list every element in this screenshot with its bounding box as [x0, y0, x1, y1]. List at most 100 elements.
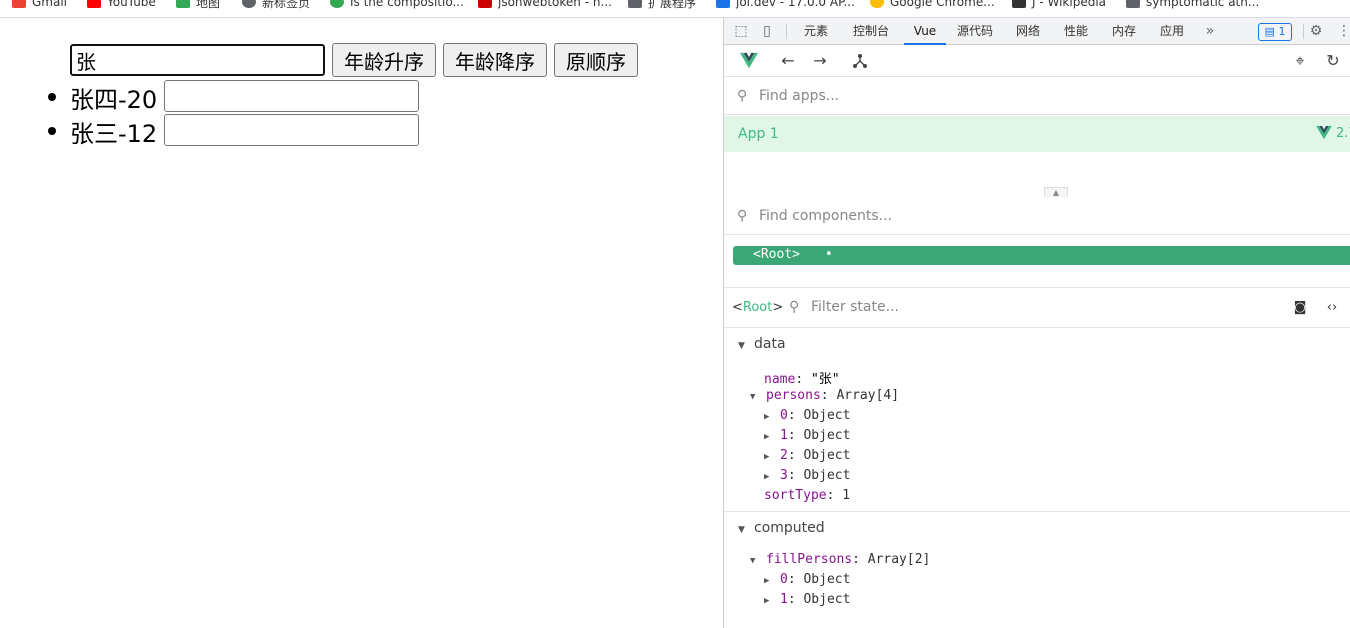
devtools-tab-bar: ⬚ ▯ 元素 控制台 Vue 源代码 网络 性能 内存 应用 » ▤ 1 ⚙ ⋮ — [724, 18, 1350, 45]
vue-logo-icon[interactable] — [740, 52, 758, 70]
bookmark-composition[interactable]: Is the compositio... — [330, 0, 464, 11]
state-array-item[interactable]: ▶ 2: Object — [764, 448, 850, 463]
data-section-header[interactable]: ▼ data — [738, 336, 786, 352]
component-tree: <Root> • — [724, 236, 1350, 288]
divider — [1303, 24, 1304, 39]
state-filter-bar: <Root> ⚲ Filter state... ◙ ‹› — [724, 288, 1350, 328]
vue-logo-icon — [1316, 126, 1332, 140]
app-page: 年龄升序 年龄降序 原顺序 张四-20 张三-12 — [0, 18, 723, 628]
tab-network[interactable]: 网络 — [1008, 18, 1048, 45]
person-input[interactable] — [164, 80, 419, 112]
chrome-icon — [870, 0, 884, 8]
divider — [724, 511, 1350, 512]
tab-memory[interactable]: 内存 — [1104, 18, 1144, 45]
divider — [786, 24, 787, 39]
tab-performance[interactable]: 性能 — [1056, 18, 1096, 45]
collapse-handle-icon[interactable]: ▲ — [1044, 187, 1068, 197]
computed-section-header[interactable]: ▼ computed — [738, 520, 825, 536]
forward-arrow-icon[interactable]: → — [811, 52, 829, 70]
person-label: 张三-12 — [70, 119, 158, 148]
bookmark-maps[interactable]: 地图 — [176, 0, 220, 11]
person-input[interactable] — [164, 114, 419, 146]
refresh-icon[interactable]: ↻ — [1324, 52, 1342, 70]
vue-toolbar: ← → ⌖ ↻ — [724, 45, 1350, 77]
youtube-icon — [87, 0, 101, 8]
state-array-item[interactable]: ▶ 0: Object — [764, 408, 850, 423]
bookmarks-bar: Gmail YouTube 地图 新标签页 Is the compositio.… — [0, 0, 1350, 18]
target-icon[interactable]: ⌖ — [1291, 52, 1309, 70]
bookmark-symptomatic[interactable]: symptomatic ath... — [1126, 0, 1259, 11]
caret-down-icon: ▼ — [750, 556, 756, 566]
app-row[interactable]: App 1 2.7 — [724, 116, 1350, 152]
bookmark-gmail[interactable]: Gmail — [12, 0, 67, 11]
filter-state-input[interactable]: Filter state... — [811, 299, 899, 315]
age-desc-button[interactable]: 年龄降序 — [443, 43, 547, 77]
age-asc-button[interactable]: 年龄升序 — [332, 43, 436, 77]
code-icon[interactable]: ‹› — [1323, 299, 1341, 317]
component-tree-icon[interactable] — [851, 52, 869, 70]
issues-badge[interactable]: ▤ 1 — [1258, 23, 1292, 41]
selected-component-label: <Root> — [732, 300, 784, 315]
inspect-element-icon[interactable]: ⬚ — [733, 23, 749, 39]
caret-right-icon: ▶ — [764, 576, 770, 586]
more-tabs-icon[interactable]: » — [1202, 23, 1218, 39]
caret-right-icon: ▶ — [764, 596, 770, 606]
globe-icon — [242, 0, 256, 8]
back-arrow-icon[interactable]: ← — [779, 52, 797, 70]
eye-icon[interactable]: ◙ — [1291, 299, 1309, 317]
tab-console[interactable]: 控制台 — [846, 18, 896, 45]
state-prop-persons[interactable]: ▼ persons: Array[4] — [750, 388, 899, 403]
link-icon — [1126, 0, 1140, 8]
find-apps-input[interactable]: Find apps... — [759, 88, 839, 104]
caret-right-icon: ▶ — [764, 472, 770, 482]
bookmark-jol-dev[interactable]: jol.dev - 17.0.0 AP... — [716, 0, 855, 11]
find-components-input[interactable]: Find components... — [759, 208, 892, 224]
bookmark-google-chrome[interactable]: Google Chrome... — [870, 0, 995, 11]
root-dot: • — [825, 247, 833, 262]
tab-sources[interactable]: 源代码 — [952, 18, 998, 45]
bookmark-jsonwebtoken[interactable]: jsonwebtoken - n... — [478, 0, 612, 11]
root-component-node[interactable]: <Root> • — [733, 246, 1350, 265]
caret-down-icon: ▼ — [738, 341, 745, 351]
caret-down-icon: ▼ — [738, 525, 745, 535]
find-components-bar: ⚲ Find components... — [724, 197, 1350, 235]
wikipedia-icon — [1012, 0, 1026, 8]
find-apps-bar: ⚲ Find apps... — [724, 77, 1350, 115]
device-toolbar-icon[interactable]: ▯ — [759, 23, 775, 39]
search-icon: ⚲ — [789, 299, 800, 315]
tab-application[interactable]: 应用 — [1152, 18, 1192, 45]
caret-right-icon: ▶ — [764, 412, 770, 422]
state-prop-name: name: "张" — [764, 372, 840, 387]
tab-vue[interactable]: Vue — [904, 18, 946, 45]
devtools-panel: ⬚ ▯ 元素 控制台 Vue 源代码 网络 性能 内存 应用 » ▤ 1 ⚙ ⋮… — [723, 18, 1350, 628]
state-prop-fill-persons[interactable]: ▼ fillPersons: Array[2] — [750, 552, 930, 567]
search-icon: ⚲ — [737, 208, 748, 224]
state-array-item[interactable]: ▶ 3: Object — [764, 468, 850, 483]
maps-icon — [176, 0, 190, 8]
state-array-item[interactable]: ▶ 0: Object — [764, 572, 850, 587]
kebab-menu-icon[interactable]: ⋮ — [1336, 23, 1350, 39]
person-label: 张四-20 — [70, 85, 158, 114]
root-label: <Root> — [753, 247, 800, 262]
puzzle-icon — [628, 0, 642, 8]
caret-right-icon: ▶ — [764, 432, 770, 442]
npm-icon — [478, 0, 492, 8]
chat-icon: ▤ — [1264, 25, 1275, 38]
refresh-icon — [330, 0, 344, 8]
caret-down-icon: ▼ — [750, 392, 756, 402]
tab-elements[interactable]: 元素 — [796, 18, 836, 45]
caret-right-icon: ▶ — [764, 452, 770, 462]
bookmark-wikipedia[interactable]: J - Wikipedia — [1012, 0, 1106, 11]
name-filter-input[interactable] — [69, 43, 326, 77]
search-icon: ⚲ — [737, 88, 748, 104]
bookmark-extensions[interactable]: 扩展程序 — [628, 0, 696, 11]
original-order-button[interactable]: 原顺序 — [554, 43, 638, 77]
bookmark-youtube[interactable]: YouTube — [87, 0, 156, 11]
bookmark-new-tab[interactable]: 新标签页 — [242, 0, 310, 11]
state-array-item[interactable]: ▶ 1: Object — [764, 592, 850, 607]
gmail-icon — [12, 0, 26, 8]
state-array-item[interactable]: ▶ 1: Object — [764, 428, 850, 443]
bullet — [48, 93, 56, 101]
bullet — [48, 127, 56, 135]
gear-icon[interactable]: ⚙ — [1308, 23, 1324, 39]
